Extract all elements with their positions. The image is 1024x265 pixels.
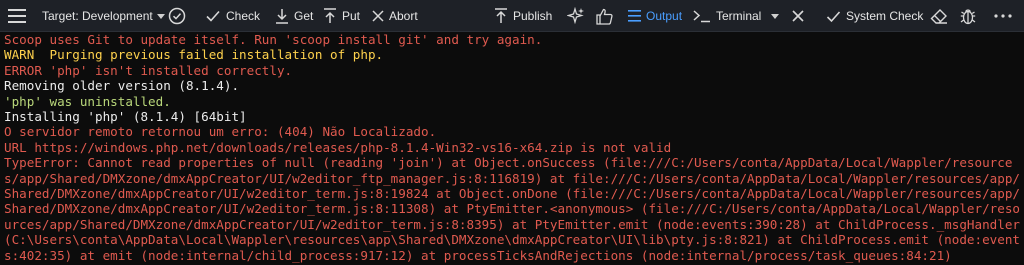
console-line: Scoop uses Git to update itself. Run 'sc… <box>4 32 543 47</box>
publish-label: Publish <box>513 9 553 23</box>
bug-icon <box>960 9 976 25</box>
abort-label: Abort <box>389 9 418 23</box>
download-icon <box>276 9 288 24</box>
get-label: Get <box>294 9 314 23</box>
debug-button[interactable] <box>960 0 976 32</box>
eraser-icon <box>930 9 947 24</box>
output-label: Output <box>646 9 683 23</box>
tab-output[interactable]: Output <box>628 0 682 32</box>
thumbs-up-icon <box>596 8 613 25</box>
publish-button[interactable]: Publish <box>494 0 552 32</box>
target-label: Target: Development <box>42 9 153 23</box>
more-button[interactable] <box>994 0 1012 32</box>
checkmark-icon <box>826 10 841 22</box>
arrow-up-icon <box>495 8 507 23</box>
console-line: WARN Purging previous failed installatio… <box>4 47 384 63</box>
checkmark-icon <box>206 10 220 22</box>
console-line: 'php' was uninstalled. <box>4 93 171 109</box>
close-icon <box>372 10 384 22</box>
sparkle-icon <box>567 7 584 25</box>
tab-terminal[interactable]: Terminal <box>693 0 761 32</box>
put-label: Put <box>342 9 361 23</box>
console-line: URL https://windows.php.net/downloads/re… <box>4 139 672 155</box>
dots-icon <box>994 14 1012 18</box>
console-line: TypeError: Cannot read properties of nul… <box>4 155 1020 263</box>
system-check-button[interactable]: System Check <box>826 0 923 32</box>
console-line: ERROR 'php' isn't installed correctly. <box>4 62 293 78</box>
console-line: O servidor remoto retornou um erro: (404… <box>4 124 437 140</box>
check-button[interactable]: Check <box>205 0 260 32</box>
list-icon <box>628 10 641 22</box>
terminal-label: Terminal <box>716 9 762 23</box>
get-button[interactable]: Get <box>275 0 313 32</box>
target-select[interactable]: Target: Development <box>42 0 165 32</box>
upload-icon <box>324 8 336 23</box>
clear-button[interactable] <box>930 0 948 32</box>
close-icon <box>792 10 804 22</box>
menu-button[interactable] <box>8 0 26 32</box>
system-check-label: System Check <box>846 9 924 23</box>
check-label: Check <box>226 9 261 23</box>
check-circle-icon <box>168 7 186 25</box>
thumbs-up-button[interactable] <box>596 0 613 32</box>
check-circle-button[interactable] <box>168 0 186 32</box>
chevron-down-icon <box>771 13 779 19</box>
abort-button[interactable]: Abort <box>372 0 418 32</box>
menu-icon <box>8 9 26 23</box>
output-console[interactable]: Scoop uses Git to update itself. Run 'sc… <box>0 32 1024 265</box>
ai-sparkle-button[interactable] <box>567 0 585 32</box>
put-button[interactable]: Put <box>323 0 360 32</box>
console-line: Installing 'php' (8.1.4) [64bit] <box>4 109 247 125</box>
toolbar: Target: Development Check Get Put Abort … <box>0 0 1024 32</box>
chevron-down-icon <box>156 13 165 19</box>
close-terminal-button[interactable] <box>792 0 804 32</box>
terminal-icon <box>693 10 710 23</box>
console-line: Removing older version (8.1.4). <box>4 78 240 94</box>
terminal-dropdown[interactable] <box>771 0 779 32</box>
